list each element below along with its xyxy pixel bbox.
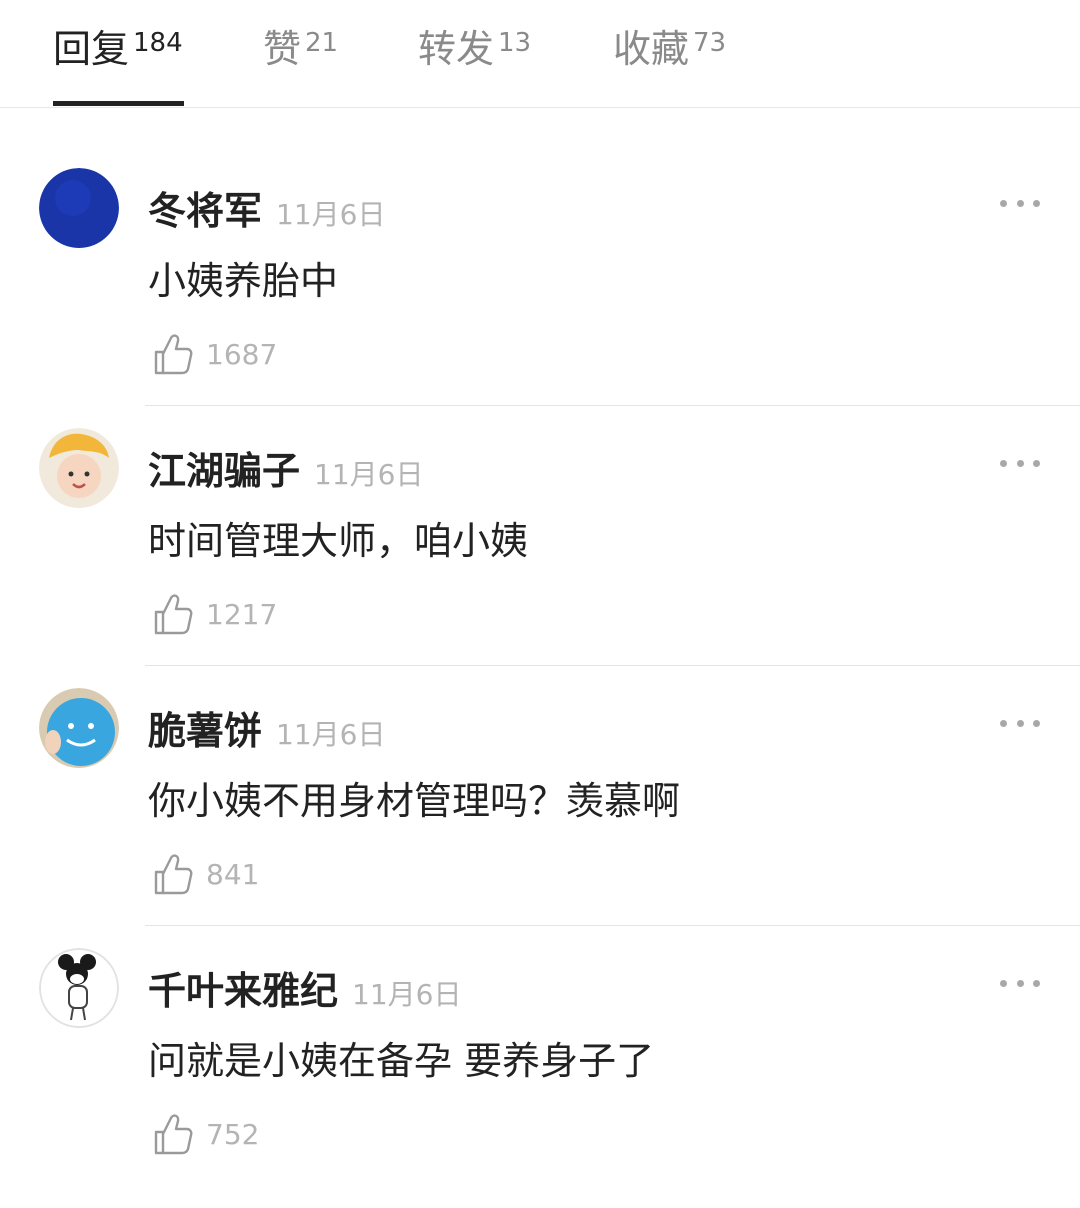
username[interactable]: 脆薯饼	[148, 700, 262, 755]
tab-label: 转发	[418, 27, 495, 71]
like-count: 841	[206, 857, 260, 891]
comment-date: 11月6日	[352, 978, 462, 1011]
tab-replies[interactable]: 回复 184	[53, 26, 183, 72]
comment-item: 江湖骗子 11月6日 时间管理大师，咱小姨 1217	[0, 428, 1080, 688]
like-count: 1687	[206, 337, 278, 371]
tab-label: 赞	[263, 27, 302, 71]
like-button[interactable]: 841	[152, 852, 259, 896]
comment-meta: 千叶来雅纪 11月6日	[148, 960, 461, 1015]
mouse-avatar-icon[interactable]	[39, 948, 119, 1028]
comment-meta: 脆薯饼 11月6日	[148, 700, 385, 755]
child-avatar-icon[interactable]	[39, 428, 119, 508]
more-dots-icon[interactable]	[1000, 456, 1040, 470]
more-dots-icon[interactable]	[1000, 716, 1040, 730]
tab-count: 21	[305, 28, 339, 58]
username[interactable]: 冬将军	[148, 180, 262, 235]
comment-item: 脆薯饼 11月6日 你小姨不用身材管理吗？羡慕啊 841	[0, 688, 1080, 948]
thumbs-up-icon	[154, 1114, 193, 1155]
comment-text: 小姨养胎中	[148, 259, 339, 303]
tab-likes[interactable]: 赞 21	[263, 26, 338, 72]
comment-date: 11月6日	[276, 718, 386, 751]
smiley-avatar-icon[interactable]	[39, 688, 119, 768]
like-count: 1217	[206, 597, 278, 631]
tab-label: 收藏	[613, 27, 690, 71]
comment-text: 问就是小姨在备孕 要养身子了	[148, 1039, 655, 1083]
comment-date: 11月6日	[314, 458, 424, 491]
username[interactable]: 江湖骗子	[148, 440, 300, 495]
tab-count: 184	[133, 28, 183, 58]
more-dots-icon[interactable]	[1000, 976, 1040, 990]
comment-text: 时间管理大师，咱小姨	[148, 519, 529, 563]
thumbs-up-icon	[154, 854, 193, 895]
thumbs-up-icon	[154, 334, 193, 375]
tab-count: 73	[693, 28, 727, 58]
divider	[145, 665, 1080, 666]
active-tab-indicator	[53, 101, 184, 106]
like-count: 752	[206, 1117, 260, 1151]
thumbs-up-icon	[154, 594, 193, 635]
comment-item: 冬将军 11月6日 小姨养胎中 1687	[0, 168, 1080, 428]
tab-label: 回复	[53, 27, 130, 71]
comment-date: 11月6日	[276, 198, 386, 231]
like-button[interactable]: 752	[152, 1112, 259, 1156]
divider	[145, 405, 1080, 406]
like-button[interactable]: 1217	[152, 592, 277, 636]
tab-bar: 回复 184 赞 21 转发 13 收藏 73	[0, 0, 1080, 108]
divider	[145, 925, 1080, 926]
more-dots-icon[interactable]	[1000, 196, 1040, 210]
comment-item: 千叶来雅纪 11月6日 问就是小姨在备孕 要养身子了 752	[0, 948, 1080, 1208]
comment-meta: 江湖骗子 11月6日	[148, 440, 423, 495]
blue-avatar-icon[interactable]	[39, 168, 119, 248]
tab-reposts[interactable]: 转发 13	[418, 26, 531, 72]
tab-count: 13	[498, 28, 532, 58]
tab-favorites[interactable]: 收藏 73	[613, 26, 726, 72]
comment-text: 你小姨不用身材管理吗？羡慕啊	[148, 779, 681, 823]
like-button[interactable]: 1687	[152, 332, 277, 376]
username[interactable]: 千叶来雅纪	[148, 960, 338, 1015]
comment-meta: 冬将军 11月6日	[148, 180, 385, 235]
